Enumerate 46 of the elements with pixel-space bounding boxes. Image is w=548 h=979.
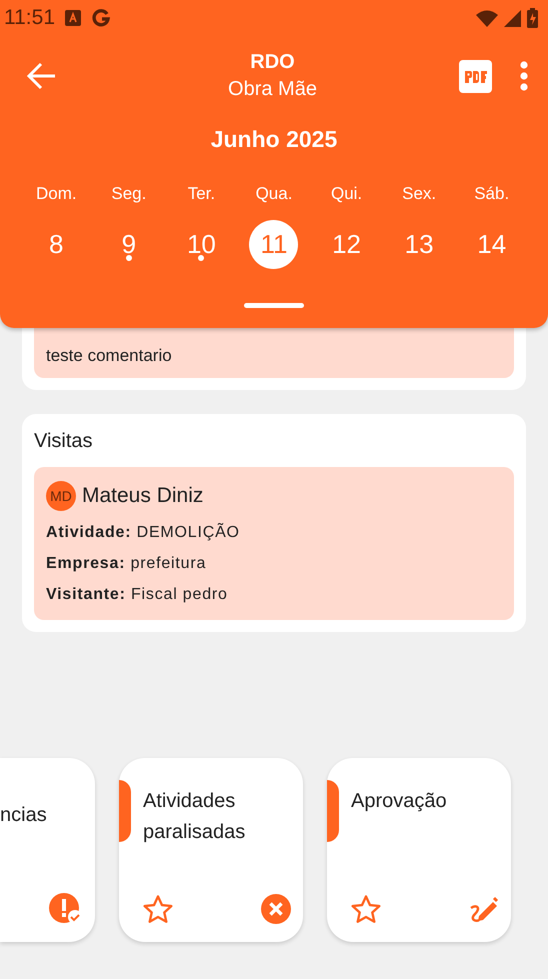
shortcut-title: Atividades paralisadas bbox=[143, 789, 246, 845]
month-title: Junho 2025 bbox=[210, 126, 338, 153]
accessibility-icon bbox=[65, 10, 81, 26]
avatar: MD bbox=[46, 481, 76, 511]
visitor-name: Mateus Diniz bbox=[82, 484, 204, 508]
date-item[interactable]: 9 bbox=[104, 220, 154, 269]
back-arrow-icon[interactable] bbox=[26, 62, 56, 90]
shortcut-title: Aprovação bbox=[351, 789, 448, 814]
drag-handle[interactable] bbox=[244, 303, 304, 308]
star-icon[interactable] bbox=[351, 895, 381, 923]
weekday-label: Sex. bbox=[402, 184, 436, 205]
screen-subtitle: Obra Mãe bbox=[228, 78, 317, 101]
weekday-label: Ter. bbox=[188, 184, 216, 205]
star-icon[interactable] bbox=[143, 895, 173, 923]
weekday-label: Dom. bbox=[36, 184, 77, 205]
date-item[interactable]: 11 bbox=[249, 220, 298, 269]
weekday-label: Seg. bbox=[111, 184, 146, 205]
weekday-label: Sáb. bbox=[474, 184, 510, 205]
visit-field: Visitante: Fiscal pedro bbox=[46, 579, 502, 610]
date-item[interactable]: 12 bbox=[322, 220, 372, 269]
status-time: 11:51 bbox=[4, 6, 55, 30]
close-circle-icon bbox=[261, 894, 291, 924]
date-item[interactable]: 10 bbox=[176, 220, 226, 269]
more-menu-icon[interactable] bbox=[520, 61, 528, 91]
pdf-icon[interactable] bbox=[459, 60, 492, 92]
battery-icon bbox=[527, 8, 538, 28]
date-item[interactable]: 8 bbox=[32, 220, 81, 269]
alert-check-icon bbox=[49, 892, 83, 924]
shortcut-card[interactable]: ncias bbox=[0, 758, 95, 942]
shortcut-card[interactable]: Aprovação bbox=[327, 758, 511, 942]
section-title: Visitas bbox=[34, 430, 94, 453]
accent-bar bbox=[119, 780, 131, 842]
shortcut-card[interactable]: Atividades paralisadas bbox=[119, 758, 303, 942]
weekday-label: Qua. bbox=[256, 184, 292, 205]
screen-title: RDO bbox=[250, 51, 295, 74]
date-item[interactable]: 14 bbox=[467, 220, 516, 269]
weekday-label: Qui. bbox=[330, 184, 362, 205]
visit-field: Atividade: DEMOLIÇÃO bbox=[46, 517, 502, 548]
shortcut-title: ncias bbox=[0, 803, 48, 828]
accent-bar bbox=[327, 780, 339, 842]
comment-text: teste comentario bbox=[34, 328, 514, 378]
visit-field: Empresa: prefeitura bbox=[46, 548, 502, 579]
signal-icon bbox=[504, 10, 521, 26]
g-logo-icon bbox=[91, 8, 111, 28]
wifi-icon bbox=[476, 10, 498, 26]
date-item[interactable]: 13 bbox=[394, 220, 444, 269]
